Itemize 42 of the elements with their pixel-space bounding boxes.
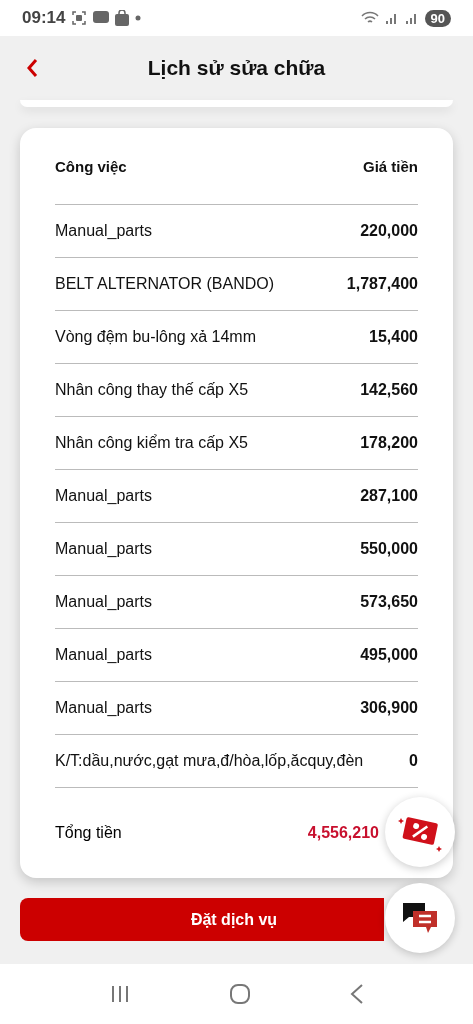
signal-icon: [384, 11, 399, 25]
home-icon[interactable]: [228, 983, 251, 1005]
item-name: Manual_parts: [55, 593, 152, 611]
item-price: 15,400: [369, 328, 418, 346]
item-name: Manual_parts: [55, 699, 152, 717]
total-value: 4,556,210: [307, 824, 379, 842]
back-icon[interactable]: [26, 58, 38, 78]
item-name: Manual_parts: [55, 646, 152, 664]
item-name: Nhân công thay thế cấp X5: [55, 381, 249, 399]
item-price: 220,000: [360, 222, 418, 240]
chat-icon: [401, 901, 439, 935]
battery-level: 90: [424, 9, 451, 27]
column-header: Công việc: [55, 157, 127, 175]
item-price: 495,000: [360, 646, 418, 664]
item-name: Manual_parts: [55, 540, 152, 558]
item-name: Manual_parts: [55, 222, 152, 240]
item-price: 142,560: [360, 381, 418, 399]
shopping-bag-icon: [115, 10, 130, 26]
back-icon[interactable]: [349, 983, 364, 1005]
item-name: Nhân công kiểm tra cấp X5: [55, 434, 248, 452]
column-header: Giá tiền: [363, 157, 418, 175]
item-name: K/T:dầu,nước,gạt mưa,đ/hòa,lốp,ăcquy,đèn: [55, 752, 364, 770]
item-price: 573,650: [360, 593, 418, 611]
item-price: 550,000: [360, 540, 418, 558]
item-name: Vòng đệm bu-lông xả 14mm: [55, 328, 256, 346]
item-price: 1,787,400: [346, 275, 418, 293]
book-service-button[interactable]: Đặt dịch vụ: [20, 898, 384, 941]
item-price: 287,100: [360, 487, 418, 505]
page-title: Lịch sử sửa chữa: [147, 56, 326, 80]
chat-button[interactable]: [385, 883, 455, 953]
wifi-icon: [360, 10, 379, 26]
status-time: 09:14: [22, 8, 66, 28]
recent-apps-icon[interactable]: [109, 985, 130, 1003]
item-price: 0: [409, 752, 418, 770]
item-name: Manual_parts: [55, 487, 152, 505]
screenshot-icon: [71, 10, 88, 26]
total-label: Tổng tiền: [55, 824, 122, 842]
item-price: 306,900: [360, 699, 418, 717]
signal-icon: [404, 11, 419, 25]
dot-icon: [135, 15, 142, 21]
item-name: BELT ALTERNATOR (BANDO): [55, 275, 274, 293]
item-price: 178,200: [360, 434, 418, 452]
